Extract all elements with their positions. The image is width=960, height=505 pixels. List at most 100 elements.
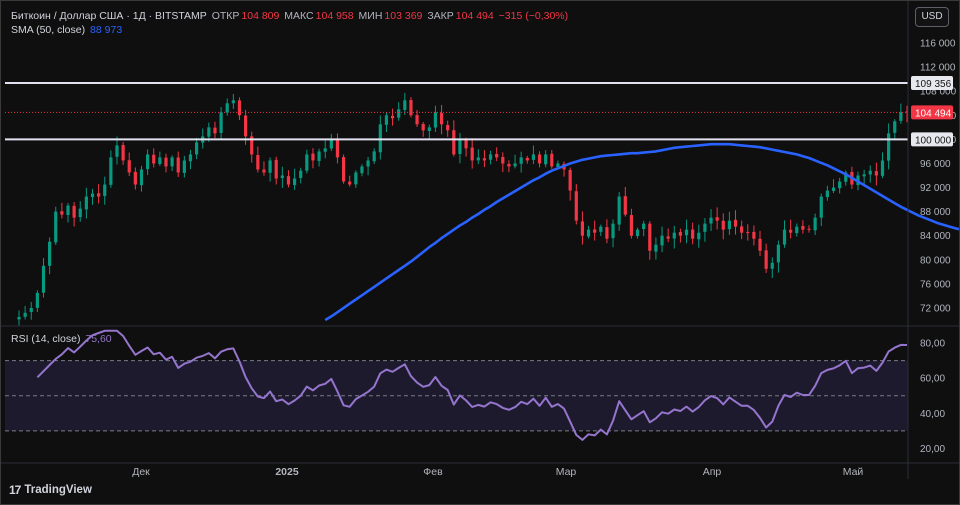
- candle-body: [605, 227, 609, 239]
- rsi-tick-label: 60,00: [920, 374, 945, 385]
- currency-button[interactable]: USD: [915, 7, 949, 27]
- candle-body: [807, 228, 811, 230]
- candle-body: [513, 163, 517, 167]
- candle-body: [550, 153, 554, 167]
- open-value: 104 809: [241, 10, 280, 22]
- candle-body: [476, 157, 480, 161]
- candle-body: [372, 151, 376, 162]
- symbol-title: Биткоин / Доллар США · 1Д · BITSTAMP: [11, 10, 207, 22]
- rsi-label: RSI (14, close): [11, 333, 81, 345]
- candle-body: [899, 112, 903, 121]
- candle-body: [335, 140, 340, 158]
- candle-body: [507, 163, 511, 167]
- candle-body: [78, 208, 82, 218]
- candle-body: [433, 112, 438, 128]
- candle-body: [495, 153, 499, 158]
- time-tick-label: 2025: [275, 466, 299, 478]
- candle-body: [599, 226, 603, 232]
- candle-body: [390, 115, 395, 119]
- candle-body: [158, 157, 162, 164]
- candle-body: [574, 191, 578, 221]
- rsi-legend[interactable]: RSI (14, close) 75,60: [11, 333, 114, 345]
- candle-body: [164, 157, 168, 167]
- candle-body: [354, 172, 358, 185]
- candle-body: [329, 139, 333, 149]
- candle-body: [666, 236, 670, 239]
- time-tick-label: Фев: [423, 466, 443, 478]
- candle-body: [403, 100, 407, 110]
- close-label: ЗАКР: [427, 10, 454, 22]
- candle-body: [770, 262, 774, 269]
- candle-body: [568, 169, 572, 191]
- candle-body: [795, 226, 799, 234]
- tradingview-logo[interactable]: 17 TradingView: [9, 483, 92, 497]
- candle-body: [268, 160, 272, 173]
- candle-body: [280, 175, 284, 179]
- candle-body: [427, 127, 431, 132]
- candle-body: [642, 223, 646, 229]
- candle-body: [182, 160, 186, 173]
- candle-body: [825, 190, 829, 198]
- close-value: 104 494: [455, 10, 494, 22]
- level-price-label: 109 356: [915, 79, 952, 90]
- rsi-tick-label: 80,00: [920, 339, 945, 350]
- candle-body: [115, 145, 119, 157]
- candle-body: [256, 155, 260, 170]
- candle-body: [887, 133, 891, 161]
- price-tick-label: 72 000: [920, 303, 951, 314]
- candle-body: [593, 229, 597, 233]
- candle-body: [838, 181, 842, 189]
- candle-body: [703, 223, 707, 232]
- candle-body: [90, 193, 95, 198]
- high-value: 104 958: [315, 10, 354, 22]
- price-tick-label: 80 000: [920, 255, 951, 266]
- candle-body: [121, 145, 125, 161]
- candle-body: [740, 226, 744, 233]
- candle-body: [341, 157, 346, 182]
- candle-body: [48, 241, 52, 266]
- candle-body: [635, 229, 640, 237]
- chart-canvas[interactable]: 116 000112 000108 000104 000100 00096 00…: [1, 1, 959, 504]
- candle-body: [225, 103, 229, 113]
- candle-body: [188, 154, 193, 162]
- rsi-tick-label: 40,00: [920, 409, 945, 420]
- candle-body: [586, 229, 591, 237]
- candle-body: [525, 157, 529, 161]
- candle-body: [415, 115, 419, 125]
- candle-body: [360, 166, 364, 174]
- candle-body: [97, 193, 101, 197]
- candle-body: [488, 154, 493, 160]
- price-tick-label: 92 000: [920, 183, 951, 194]
- sma-legend[interactable]: SMA (50, close) 88 973: [11, 24, 124, 36]
- candle-body: [715, 217, 719, 221]
- candle-body: [691, 229, 695, 239]
- last-price-label: 104 494: [915, 108, 952, 119]
- tradingview-icon: 17: [9, 483, 21, 497]
- candle-body: [384, 115, 389, 125]
- candle-body: [366, 160, 370, 167]
- candle-body: [237, 100, 242, 116]
- candle-body: [323, 148, 327, 152]
- brand-name: TradingView: [24, 484, 92, 496]
- candle-body: [29, 307, 33, 312]
- candle-body: [819, 196, 823, 218]
- candle-body: [421, 124, 425, 131]
- candle-body: [72, 205, 76, 218]
- candle-body: [317, 151, 321, 162]
- candle-body: [654, 244, 658, 252]
- candle-body: [623, 196, 627, 215]
- candle-body: [672, 232, 676, 239]
- candle-body: [684, 229, 689, 236]
- candle-body: [537, 154, 542, 164]
- sma-label: SMA (50, close): [11, 24, 86, 36]
- candle-body: [776, 244, 780, 263]
- price-tick-label: 116 000: [920, 39, 956, 50]
- candle-body: [727, 220, 731, 230]
- rsi-value: 75,60: [85, 333, 112, 345]
- candle-body: [207, 127, 211, 137]
- candle-body: [109, 157, 113, 185]
- high-label: МАКС: [284, 10, 314, 22]
- candle-body: [801, 225, 805, 230]
- candle-body: [501, 156, 505, 164]
- candle-body: [813, 217, 817, 231]
